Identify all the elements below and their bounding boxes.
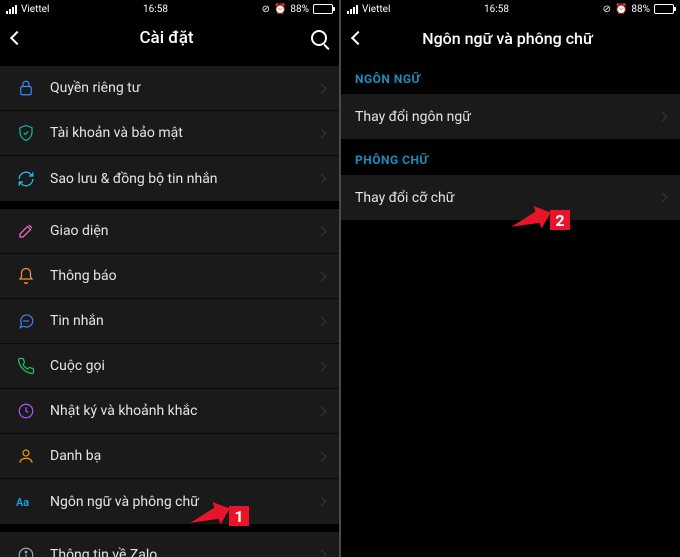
rotation-lock-icon: ⊘ (262, 4, 270, 15)
carrier-label: Viettel (362, 4, 390, 15)
row-label: Thay đổi cỡ chữ (355, 190, 659, 206)
battery-icon (654, 4, 674, 14)
settings-row[interactable]: Danh bạ (0, 434, 339, 479)
contacts-icon (14, 444, 38, 468)
text-icon: Aa (14, 490, 38, 514)
phone-right: Viettel 16:58 ⊘ ⏰ 88% Ngôn ngữ và phông … (341, 0, 680, 557)
status-bar: Viettel 16:58 ⊘ ⏰ 88% (0, 0, 339, 18)
alarm-icon: ⏰ (615, 4, 627, 15)
battery-pct-label: 88% (631, 4, 650, 15)
carrier-label: Viettel (21, 4, 49, 15)
row-label: Tin nhắn (50, 313, 318, 329)
chevron-right-icon (317, 128, 327, 138)
chevron-right-icon (317, 406, 327, 416)
chevron-right-icon (317, 226, 327, 236)
bell-icon (14, 264, 38, 288)
page-title: Ngôn ngữ và phông chữ (363, 29, 652, 48)
row-label: Thay đổi ngôn ngữ (355, 109, 659, 125)
navbar: Cài đặt (0, 18, 339, 58)
settings-row[interactable]: Sao lưu & đồng bộ tin nhắn (0, 156, 339, 201)
brush-icon (14, 219, 38, 243)
settings-row[interactable]: Quyền riêng tư (0, 66, 339, 111)
row-label: Sao lưu & đồng bộ tin nhắn (50, 171, 318, 187)
settings-list[interactable]: Quyền riêng tư Tài khoản và bảo mật Sao lư… (0, 58, 339, 557)
chevron-right-icon (317, 550, 327, 557)
settings-row[interactable]: Thông báo (0, 254, 339, 299)
row-label: Tài khoản và bảo mật (50, 125, 318, 141)
shield-icon (14, 121, 38, 145)
section-header: PHÔNG CHỮ (341, 139, 680, 175)
row-label: Danh bạ (50, 448, 318, 464)
signal-icon (6, 5, 17, 14)
row-label: Ngôn ngữ và phông chữ (50, 494, 318, 510)
chevron-right-icon (317, 361, 327, 371)
chevron-right-icon (317, 316, 327, 326)
annotation-2: 2 (550, 210, 570, 230)
battery-pct-label: 88% (290, 4, 309, 15)
row-label: Thông tin về Zalo (50, 547, 318, 557)
row-label: Thông báo (50, 268, 318, 284)
settings-row[interactable]: Thông tin về Zalo (0, 532, 339, 557)
settings-row[interactable]: Thay đổi ngôn ngữ (341, 94, 680, 139)
chevron-right-icon (317, 83, 327, 93)
chevron-right-icon (317, 271, 327, 281)
alarm-icon: ⏰ (274, 4, 286, 15)
rotation-lock-icon: ⊘ (603, 4, 611, 15)
settings-row[interactable]: Tài khoản và bảo mật (0, 111, 339, 156)
phone-left: Viettel 16:58 ⊘ ⏰ 88% Cài đặt Quyền riên… (0, 0, 339, 557)
phone-icon (14, 354, 38, 378)
settings-row[interactable]: Giao diện (0, 209, 339, 254)
clock-icon (14, 399, 38, 423)
language-font-list[interactable]: NGÔN NGỮThay đổi ngôn ngữPHÔNG CHỮThay đ… (341, 58, 680, 557)
row-label: Quyền riêng tư (50, 80, 318, 96)
sync-icon (14, 167, 38, 191)
settings-row[interactable]: Thay đổi cỡ chữ2 (341, 175, 680, 220)
row-label: Nhật ký và khoảnh khắc (50, 403, 318, 419)
row-label: Cuộc gọi (50, 358, 318, 374)
signal-icon (347, 5, 358, 14)
info-icon (14, 543, 38, 557)
navbar: Ngôn ngữ và phông chữ (341, 18, 680, 58)
section-header: NGÔN NGỮ (341, 58, 680, 94)
settings-row[interactable]: AaNgôn ngữ và phông chữ1 (0, 479, 339, 524)
clock-label: 16:58 (143, 4, 168, 15)
clock-label: 16:58 (484, 4, 509, 15)
lock-icon (14, 76, 38, 100)
settings-row[interactable]: Tin nhắn (0, 299, 339, 344)
page-title: Cài đặt (22, 28, 311, 48)
chevron-right-icon (317, 174, 327, 184)
settings-row[interactable]: Cuộc gọi (0, 344, 339, 389)
battery-icon (313, 4, 333, 14)
status-bar: Viettel 16:58 ⊘ ⏰ 88% (341, 0, 680, 18)
search-icon[interactable] (311, 30, 327, 46)
chat-icon (14, 309, 38, 333)
row-label: Giao diện (50, 223, 318, 239)
svg-text:Aa: Aa (16, 496, 29, 509)
chevron-right-icon (658, 193, 668, 203)
chevron-right-icon (317, 451, 327, 461)
chevron-right-icon (317, 497, 327, 507)
chevron-right-icon (658, 112, 668, 122)
settings-row[interactable]: Nhật ký và khoảnh khắc (0, 389, 339, 434)
